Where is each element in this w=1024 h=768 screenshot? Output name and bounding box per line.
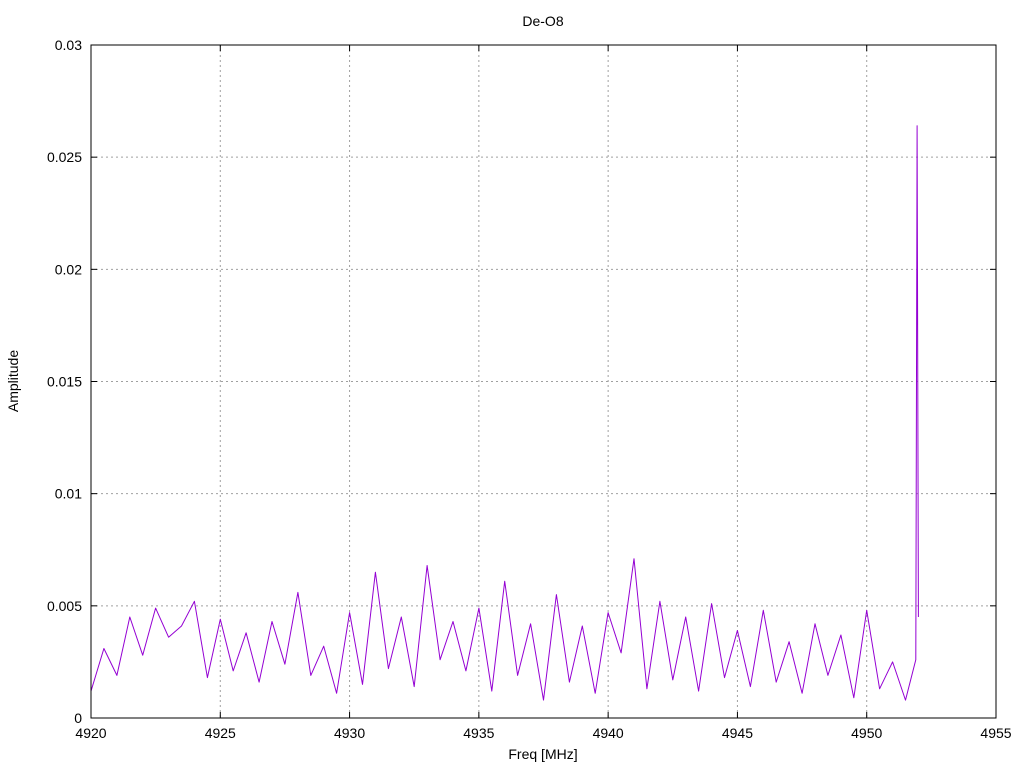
- x-tick-label: 4935: [463, 725, 494, 741]
- x-tick-label: 4950: [851, 725, 882, 741]
- x-tick-label: 4920: [75, 725, 106, 741]
- y-tick-label: 0.025: [47, 149, 82, 165]
- grid-layer: [91, 45, 996, 718]
- x-tick-label: 4940: [593, 725, 624, 741]
- y-tick-label: 0.005: [47, 598, 82, 614]
- y-tick-label: 0.02: [55, 261, 82, 277]
- y-tick-label: 0.015: [47, 374, 82, 390]
- y-tick-label: 0.01: [55, 486, 82, 502]
- x-tick-label: 4925: [205, 725, 236, 741]
- series-line: [90, 125, 919, 701]
- x-tick-label: 4955: [980, 725, 1011, 741]
- y-axis-label: Amplitude: [5, 350, 21, 412]
- chart-container: 4920 4925 4930 4935 4940 4945 4950 4955 0 0.005 0.…: [0, 0, 1024, 768]
- x-axis-label: Freq [MHz]: [508, 746, 577, 762]
- line-chart: 4920 4925 4930 4935 4940 4945 4950 4955 0 0.005 0.…: [5, 13, 1012, 762]
- y-tick-label: 0: [74, 710, 82, 726]
- series-layer: [90, 125, 919, 701]
- y-tick-label: 0.03: [55, 37, 82, 53]
- x-tick-label: 4930: [334, 725, 365, 741]
- x-tick-label: 4945: [722, 725, 753, 741]
- chart-title: De-O8: [522, 13, 563, 29]
